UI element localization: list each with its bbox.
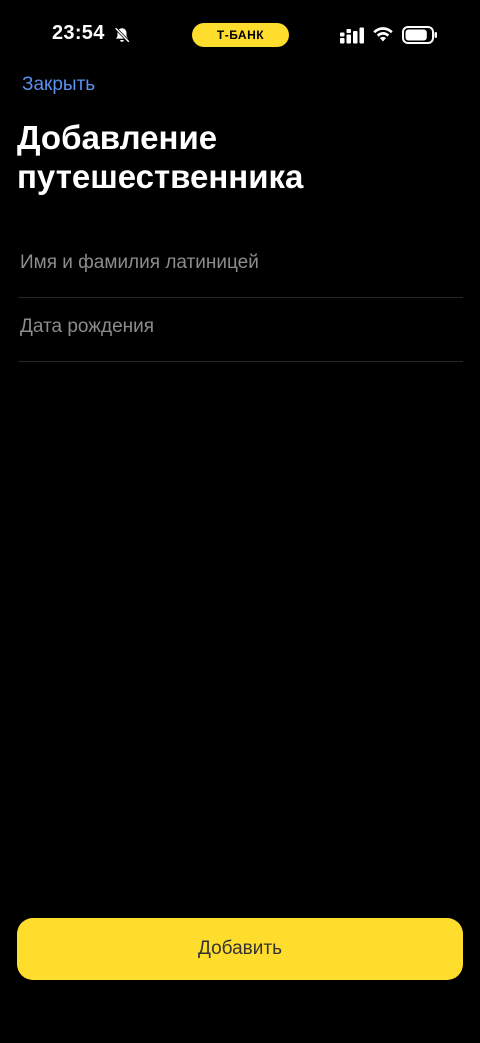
bell-slash-icon <box>114 27 130 43</box>
name-field <box>18 228 463 298</box>
status-bar: 23:54 Т-БАНК <box>0 0 480 70</box>
birthdate-input[interactable] <box>18 292 463 361</box>
add-button[interactable]: Добавить <box>17 918 463 980</box>
brand-island: Т-БАНК <box>192 23 289 47</box>
name-input[interactable] <box>18 228 463 297</box>
close-link[interactable]: Закрыть <box>22 74 95 96</box>
birthdate-field <box>18 292 463 362</box>
page-title: Добавление путешественника <box>17 119 304 195</box>
wifi-icon <box>373 27 393 42</box>
battery-icon <box>402 26 437 44</box>
battery-level-fill <box>405 29 427 41</box>
status-time: 23:54 <box>52 22 105 44</box>
cellular-signal-icon <box>340 27 364 44</box>
